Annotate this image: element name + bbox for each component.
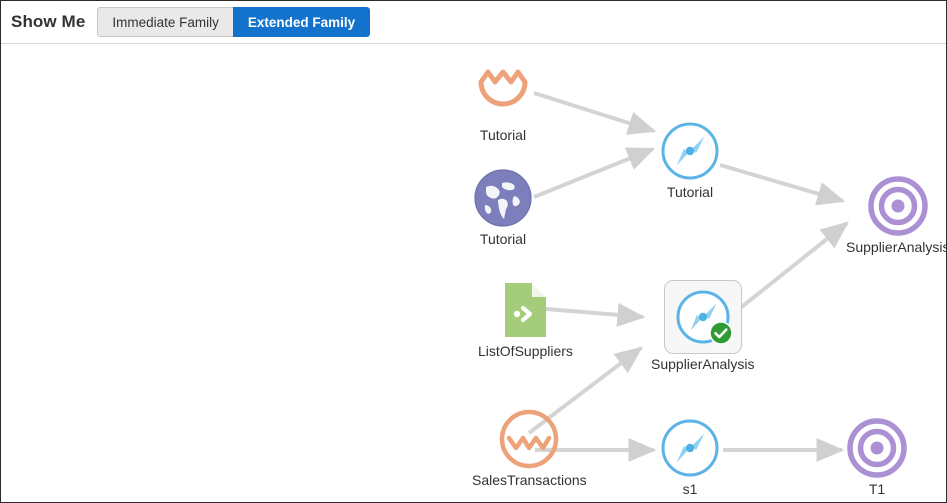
node-icon-container [867, 175, 929, 237]
graph-node-tutorial-workbook[interactable]: Tutorial [659, 120, 721, 200]
flow-document-icon [505, 283, 547, 337]
graph-node-label: SalesTransactions [472, 472, 587, 488]
graph-node-label: Tutorial [479, 231, 527, 247]
edge-tutorial-ds-to-tutorial-wb [533, 91, 657, 135]
node-icon-container-selected [663, 280, 742, 354]
graph-node-label: s1 [682, 481, 698, 497]
check-badge-icon [708, 321, 733, 345]
graph-node-s1-workbook[interactable]: s1 [659, 417, 721, 497]
graph-node-label: T1 [868, 481, 886, 497]
lineage-graph-canvas[interactable]: Tutorial Tutorial Tutorial SupplierAnaly… [1, 45, 946, 502]
node-icon-container [494, 279, 556, 341]
node-icon-container [498, 408, 560, 470]
graph-node-label: SupplierAnalysis [651, 356, 755, 372]
workbook-compass-icon [661, 419, 719, 477]
lineage-viewer-window: Show Me Immediate Family Extended Family [0, 0, 947, 503]
graph-node-salestransactions-datasource[interactable]: SalesTransactions [472, 408, 587, 488]
graph-node-supplieranalysis-workbook-selected[interactable]: SupplierAnalysis [651, 280, 755, 372]
tab-extended-family[interactable]: Extended Family [232, 7, 371, 37]
datasource-zigzag-icon [478, 69, 528, 107]
node-icon-container [472, 167, 534, 229]
family-toggle-group: Immediate Family Extended Family [97, 7, 371, 37]
edge-globe-ds-to-tutorial-wb [533, 147, 656, 199]
graph-node-label: Tutorial [479, 127, 527, 143]
page-title: Show Me [11, 12, 86, 31]
graph-node-label: Tutorial [666, 184, 714, 200]
graph-node-supplieranalysis-view[interactable]: SupplierAnalysis [846, 175, 946, 255]
graph-node-label: ListOfSuppliers [478, 343, 573, 359]
globe-icon [474, 169, 532, 227]
node-icon-container [472, 63, 534, 125]
show-me-header: Show Me Immediate Family Extended Family [1, 1, 946, 44]
node-icon-container [846, 417, 908, 479]
node-icon-container [659, 417, 721, 479]
graph-node-listofsuppliers-flow[interactable]: ListOfSuppliers [478, 279, 573, 359]
tab-immediate-family[interactable]: Immediate Family [97, 7, 233, 37]
node-icon-container [659, 120, 721, 182]
graph-node-tutorial-datasource[interactable]: Tutorial [472, 63, 534, 143]
graph-node-t1-view[interactable]: T1 [846, 417, 908, 497]
view-target-icon [847, 418, 907, 478]
datasource-wave-circle-icon [500, 409, 559, 469]
graph-node-label: SupplierAnalysis [846, 239, 946, 255]
view-target-icon [868, 176, 928, 236]
workbook-compass-icon [661, 122, 719, 180]
edge-tutorial-wb-to-supplieranalysis-view [719, 163, 846, 206]
graph-node-tutorial-globe-datasource[interactable]: Tutorial [472, 167, 534, 247]
